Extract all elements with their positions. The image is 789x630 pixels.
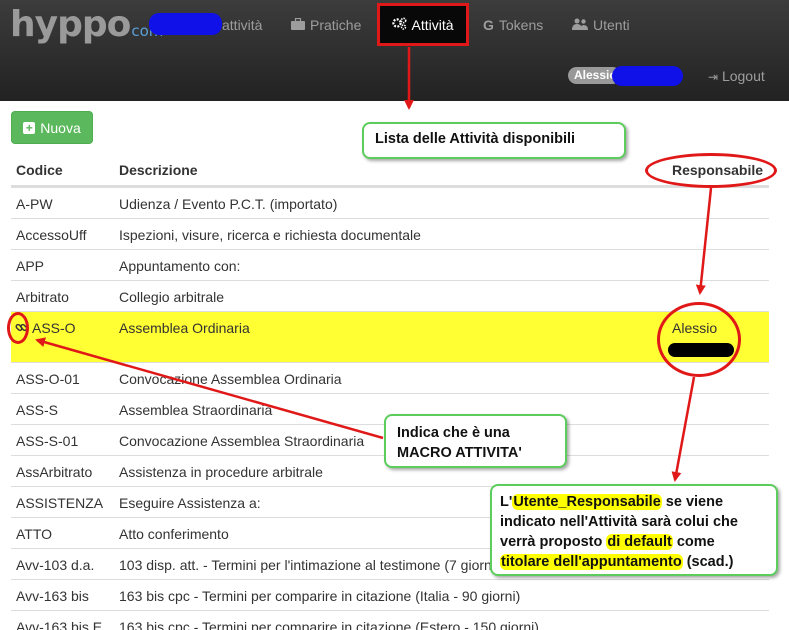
- arrow-cell-to-note: [671, 376, 696, 482]
- callout-text-line1: Indica che è una: [397, 425, 510, 441]
- highlighted-text: Utente_Responsabile: [512, 494, 662, 510]
- highlighted-text: titolare dell'appuntamento: [500, 554, 683, 570]
- callout-responsible-user: L'Utente_Responsabile se viene indicato …: [490, 484, 778, 576]
- highlighted-text: di default: [606, 534, 673, 550]
- callout-macro-activity: Indica che è una MACRO ATTIVITA': [384, 414, 567, 468]
- callout-text-line2: MACRO ATTIVITA': [397, 445, 522, 461]
- callout-text: come: [672, 534, 715, 550]
- arrow-header-to-cell: [695, 187, 713, 295]
- callout-text: L': [500, 494, 513, 510]
- callout-activity-list: Lista delle Attività disponibili: [362, 122, 626, 159]
- callout-text: Lista delle Attività disponibili: [375, 131, 576, 147]
- arrow-note-to-icon: [35, 337, 384, 440]
- callout-text: (scad.): [682, 554, 734, 570]
